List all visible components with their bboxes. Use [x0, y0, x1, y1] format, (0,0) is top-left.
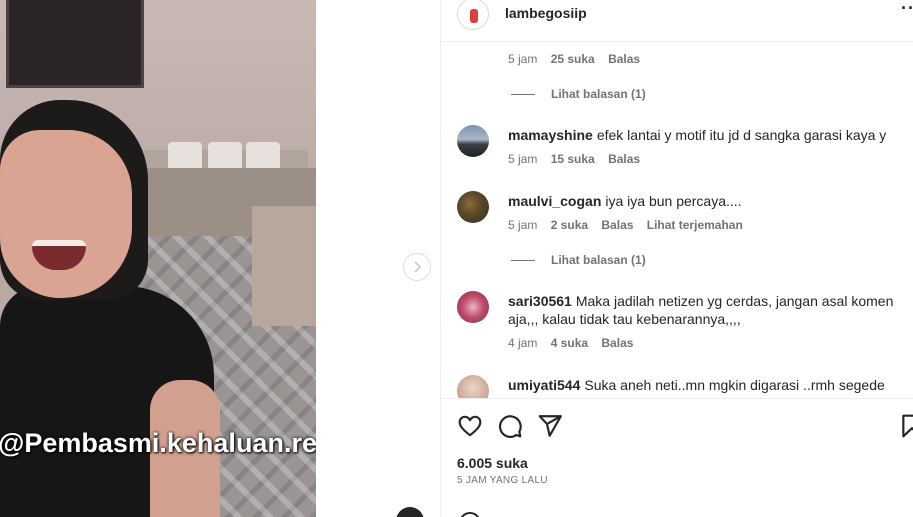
comment-time: 5 jam — [508, 152, 538, 166]
post-timestamp[interactable]: 5 JAM YANG LALU — [457, 475, 548, 486]
commenter-username[interactable]: mamayshine — [508, 127, 593, 143]
comment-time: 5 jam — [508, 218, 538, 232]
reply-button[interactable]: Balas — [608, 152, 640, 166]
post-media[interactable]: @Pembasmi.kehaluan.reall — [0, 0, 316, 517]
next-media-button[interactable] — [403, 253, 431, 281]
likes-count[interactable]: 6.005 suka — [457, 455, 528, 471]
comment-meta: 5 jam 2 suka Balas Lihat terjemahan — [508, 218, 753, 232]
comment-time: 4 jam — [508, 336, 538, 350]
author-username[interactable]: lambegosiip — [505, 5, 587, 21]
comment-meta: 4 jam 4 suka Balas — [508, 336, 643, 350]
comment-likes[interactable]: 2 suka — [551, 218, 588, 232]
comment-body: mamayshine efek lantai y motif itu jd d s… — [508, 126, 900, 144]
comment-meta: 5 jam 15 suka Balas — [508, 152, 650, 166]
send-icon[interactable] — [537, 413, 563, 439]
reply-button[interactable]: Balas — [601, 218, 633, 232]
comment-icon[interactable] — [497, 413, 523, 439]
heart-icon[interactable] — [457, 413, 483, 439]
author-avatar[interactable] — [457, 0, 489, 30]
commenter-avatar[interactable] — [457, 125, 489, 157]
view-replies-label: Lihat balasan (1) — [551, 253, 646, 267]
media-tv — [6, 0, 144, 88]
commenter-avatar[interactable] — [457, 291, 489, 323]
comment-likes[interactable]: 15 suka — [551, 152, 595, 166]
comment-text: iya iya bun percaya.... — [605, 193, 742, 209]
comment-body: sari30561 Maka jadilah netizen yg cerdas,… — [508, 292, 900, 328]
media-cabinet — [252, 206, 316, 326]
view-replies-button[interactable]: Lihat balasan (1) — [511, 253, 646, 267]
commenter-username[interactable]: sari30561 — [508, 293, 572, 309]
comment-likes[interactable]: 25 suka — [551, 52, 595, 66]
chevron-right-icon — [414, 261, 422, 273]
translate-button[interactable]: Lihat terjemahan — [647, 218, 743, 232]
comment-meta: 5 jam 25 suka Balas — [508, 52, 650, 66]
media-indicator — [396, 507, 424, 517]
more-options-button[interactable]: ··· — [901, 0, 913, 19]
bookmark-icon[interactable] — [899, 413, 913, 439]
post-panel: lambegosiip ··· 5 jam 25 suka Balas Liha… — [440, 0, 913, 517]
replies-divider — [511, 93, 535, 95]
post-header: lambegosiip ··· — [441, 0, 913, 42]
reply-button[interactable]: Balas — [601, 336, 633, 350]
reply-button[interactable]: Balas — [608, 52, 640, 66]
commenter-avatar[interactable] — [457, 191, 489, 223]
media-watermark: @Pembasmi.kehaluan.reall — [0, 428, 316, 458]
post-actions: 6.005 suka 5 JAM YANG LALU — [441, 398, 913, 517]
comment-likes[interactable]: 4 suka — [551, 336, 588, 350]
comment-body: maulvi_cogan iya iya bun percaya.... — [508, 192, 900, 210]
media-person-face — [0, 130, 132, 298]
comments-list[interactable]: 5 jam 25 suka Balas Lihat balasan (1) ma… — [441, 42, 913, 398]
comment-body: umiyati544 Suka aneh neti..mn mgkin digar… — [508, 376, 900, 394]
commenter-username[interactable]: umiyati544 — [508, 377, 580, 393]
emoji-icon[interactable] — [459, 512, 481, 517]
view-replies-label: Lihat balasan (1) — [551, 87, 646, 101]
commenter-avatar[interactable] — [457, 375, 489, 398]
commenter-username[interactable]: maulvi_cogan — [508, 193, 601, 209]
comment-time: 5 jam — [508, 52, 538, 66]
comment-text: Suka aneh neti..mn mgkin digarasi ..rmh … — [584, 377, 885, 393]
comment-text: efek lantai y motif itu jd d sangka gara… — [596, 127, 887, 143]
replies-divider — [511, 259, 535, 261]
view-replies-button[interactable]: Lihat balasan (1) — [511, 87, 646, 101]
